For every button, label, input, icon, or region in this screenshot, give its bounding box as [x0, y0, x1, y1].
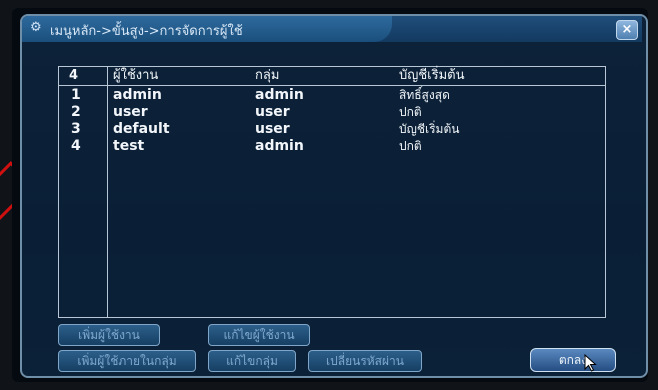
row-group: admin: [255, 87, 304, 103]
window-title: เมนูหลัก->ขั้นสูง->การจัดการผู้ใช้: [50, 24, 243, 39]
row-account-type: ปกติ: [399, 105, 422, 119]
mouse-cursor-icon: [584, 354, 597, 372]
close-button[interactable]: ×: [616, 20, 638, 40]
edit-group-button[interactable]: แก้ไขกลุ่ม: [208, 350, 296, 372]
menu-icon: ⚙: [30, 20, 42, 35]
table-row[interactable]: 2 user user ปกติ: [59, 104, 605, 120]
row-username: test: [113, 138, 145, 154]
row-index: 1: [71, 87, 81, 103]
row-account-type: สิทธิ์สูงสุด: [399, 88, 450, 102]
table-row[interactable]: 4 test admin ปกติ: [59, 138, 605, 154]
user-management-dialog: ⚙ เมนูหลัก->ขั้นสูง->การจัดการผู้ใช้ × 4…: [20, 14, 648, 378]
add-user-button[interactable]: เพิ่มผู้ใช้งาน: [58, 324, 160, 346]
row-index: 3: [71, 121, 81, 137]
title-tab: ⚙ เมนูหลัก->ขั้นสูง->การจัดการผู้ใช้: [22, 16, 392, 42]
change-password-button[interactable]: เปลี่ยนรหัสผ่าน: [308, 350, 422, 372]
row-index: 2: [71, 104, 81, 120]
header-count: 4: [69, 68, 79, 83]
row-group: user: [255, 121, 290, 137]
title-bar: ⚙ เมนูหลัก->ขั้นสูง->การจัดการผู้ใช้ ×: [22, 16, 642, 42]
row-account-type: บัญชีเริ่มต้น: [399, 122, 460, 136]
row-group: user: [255, 104, 290, 120]
row-group: admin: [255, 138, 304, 154]
row-index: 4: [71, 138, 81, 154]
edit-user-button[interactable]: แก้ไขผู้ใช้งาน: [208, 324, 310, 346]
header-group: กลุ่ม: [255, 68, 280, 83]
row-account-type: ปกติ: [399, 139, 422, 153]
row-username: user: [113, 104, 148, 120]
table-row[interactable]: 3 default user บัญชีเริ่มต้น: [59, 121, 605, 137]
row-username: admin: [113, 87, 162, 103]
header-default-account: บัญชีเริ่มต้น: [399, 68, 465, 83]
table-row[interactable]: 1 admin admin สิทธิ์สูงสุด: [59, 87, 605, 103]
user-table: 4 ผู้ใช้งาน กลุ่ม บัญชีเริ่มต้น 1 admin …: [58, 66, 606, 318]
ok-button[interactable]: ตกลง: [530, 348, 616, 372]
add-user-to-group-button[interactable]: เพิ่มผู้ใช้ภายในกลุ่ม: [58, 350, 196, 372]
header-username: ผู้ใช้งาน: [113, 68, 159, 83]
table-header: 4 ผู้ใช้งาน กลุ่ม บัญชีเริ่มต้น: [59, 67, 605, 86]
row-username: default: [113, 121, 170, 137]
